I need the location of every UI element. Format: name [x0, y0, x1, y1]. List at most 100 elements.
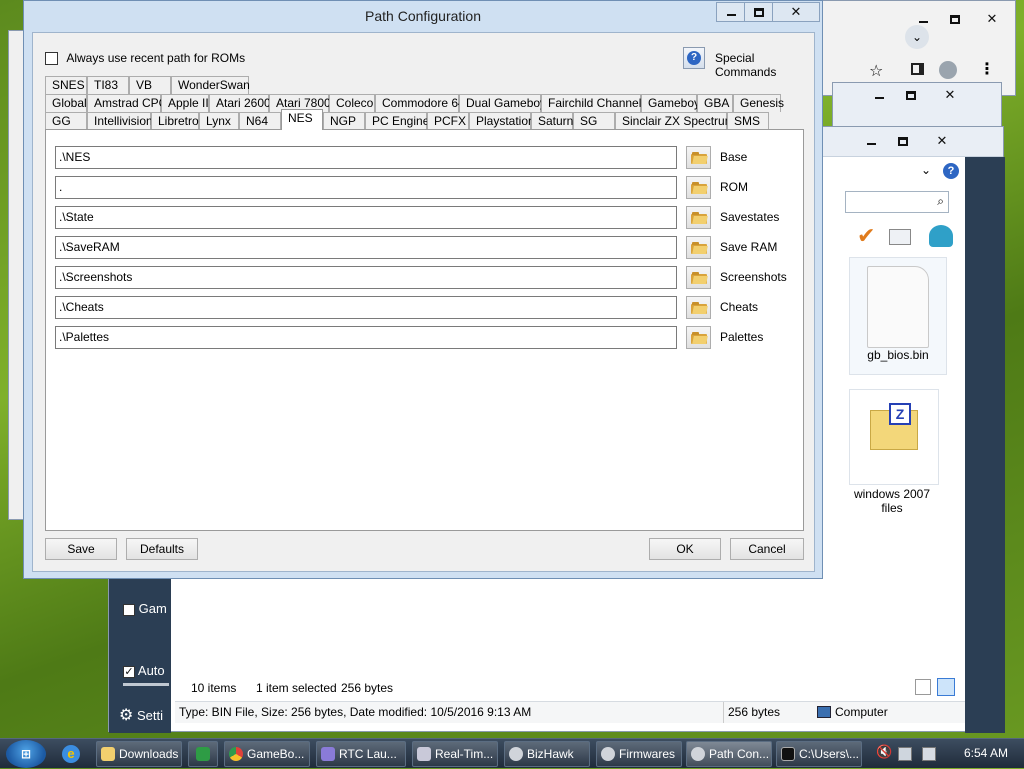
tab-pcfx[interactable]: PCFX	[427, 112, 469, 130]
tab-gba[interactable]: GBA	[697, 94, 733, 112]
menu-kebab-icon[interactable]: ⋮	[979, 59, 995, 79]
tab-playstation[interactable]: Playstation	[469, 112, 535, 130]
saveram-browse-button[interactable]	[686, 236, 711, 259]
sidebar-item-settings[interactable]: ⚙ Setti	[119, 705, 163, 725]
taskbar-item-cmd[interactable]: C:\Users\...	[776, 741, 862, 767]
tab-pc-engine[interactable]: PC Engine	[365, 112, 429, 130]
tab-wonderswan[interactable]: WonderSwan	[171, 76, 250, 94]
cheats-browse-button[interactable]	[686, 296, 711, 319]
mail-icon[interactable]	[889, 229, 911, 245]
palettes-path-input[interactable]: .\Palettes	[55, 326, 677, 349]
chevron-down-icon[interactable]: ⌄	[905, 25, 929, 49]
clock[interactable]: 6:54 AM	[955, 739, 1017, 769]
defaults-button[interactable]: Defaults	[126, 538, 198, 560]
tab-intellivision[interactable]: Intellivision	[87, 112, 153, 130]
file-tile[interactable]: Z	[849, 389, 939, 485]
mid-minimize-button[interactable]	[863, 85, 895, 105]
checkbox-checked[interactable]: ✓	[123, 665, 135, 678]
chevron-down-icon[interactable]: ⌄	[921, 163, 931, 177]
taskbar-item-path-config[interactable]: Path Con...	[686, 741, 772, 767]
taskbar-item-downloads[interactable]: Downloads	[96, 741, 182, 767]
explorer-maximize-button[interactable]	[887, 131, 919, 151]
tab-sg[interactable]: SG	[573, 112, 615, 130]
dialog-minimize-button[interactable]	[716, 2, 746, 22]
tab-nes[interactable]: NES	[281, 109, 323, 130]
shell-icon[interactable]	[929, 225, 953, 247]
tab-sms[interactable]: SMS	[727, 112, 769, 130]
tab-dual-gameboy[interactable]: Dual Gameboy	[459, 94, 546, 112]
tab-gameboy[interactable]: Gameboy	[641, 94, 700, 112]
taskbar-item-real-time[interactable]: Real-Tim...	[412, 741, 498, 767]
tab-libretro[interactable]: Libretro	[151, 112, 199, 130]
always-recent-checkbox[interactable]	[45, 52, 58, 66]
tab-saturn[interactable]: Saturn	[531, 112, 573, 130]
tab-sinclair-zx-spectrum[interactable]: Sinclair ZX Spectrum	[615, 112, 735, 130]
details-pane: Type: BIN File, Size: 256 bytes, Date mo…	[175, 701, 965, 723]
tab-n64[interactable]: N64	[239, 112, 281, 130]
star-icon[interactable]: ☆	[869, 61, 883, 81]
palettes-browse-button[interactable]	[686, 326, 711, 349]
checkmark-icon[interactable]: ✔	[857, 223, 875, 249]
spreadsheet-icon	[196, 747, 210, 761]
ok-button[interactable]: OK	[649, 538, 721, 560]
tab-vb[interactable]: VB	[129, 76, 171, 94]
search-input[interactable]: ⌕	[845, 191, 949, 213]
screenshots-path-input[interactable]: .\Screenshots	[55, 266, 677, 289]
mid-close-button[interactable]: ✕	[927, 85, 973, 105]
rom-path-input[interactable]: .	[55, 176, 677, 199]
volume-muted-icon[interactable]: 🔇	[876, 744, 892, 759]
ie-icon[interactable]: e	[62, 745, 80, 763]
sidebar-item-auto[interactable]: ✓ Auto	[123, 663, 165, 678]
tab-lynx[interactable]: Lynx	[199, 112, 239, 130]
tab-snes[interactable]: SNES	[45, 76, 87, 94]
checkbox[interactable]	[123, 603, 135, 616]
tab-fairchild-channel-f[interactable]: Fairchild Channel F	[541, 94, 652, 112]
mid-maximize-button[interactable]	[895, 85, 927, 105]
base-path-input[interactable]: .\NES	[55, 146, 677, 169]
tab-genesis[interactable]: Genesis	[733, 94, 784, 112]
explorer-minimize-button[interactable]	[855, 131, 887, 151]
taskbar-item-firmwares[interactable]: Firmwares	[596, 741, 682, 767]
taskbar-item-gameboy[interactable]: GameBo...	[224, 741, 310, 767]
tab-ti83[interactable]: TI83	[87, 76, 129, 94]
dialog-maximize-button[interactable]	[744, 2, 774, 22]
save-button[interactable]: Save	[45, 538, 117, 560]
savestates-path-input[interactable]: .\State	[55, 206, 677, 229]
always-recent-option[interactable]: Always use recent path for ROMs	[45, 51, 245, 66]
sidebar-item-gam[interactable]: Gam	[123, 601, 167, 616]
network-icon[interactable]	[898, 747, 912, 761]
flag-icon[interactable]	[922, 747, 936, 761]
tab-gg[interactable]: GG	[45, 112, 87, 130]
taskbar-item-bizhawk[interactable]: BizHawk	[504, 741, 590, 767]
avatar[interactable]	[939, 61, 957, 79]
browser-close-button[interactable]: ✕	[969, 9, 1015, 29]
saveram-path-input[interactable]: .\SaveRAM	[55, 236, 677, 259]
taskbar-item-rtc-launcher[interactable]: RTC Lau...	[316, 741, 406, 767]
savestates-browse-button[interactable]	[686, 206, 711, 229]
taskbar-item-sheet[interactable]	[188, 741, 218, 767]
help-icon[interactable]: ?	[943, 163, 959, 179]
tab-coleco[interactable]: Coleco	[329, 94, 375, 112]
tab-apple-ii[interactable]: Apple II	[161, 94, 209, 112]
special-commands-button[interactable]: ?	[683, 47, 705, 69]
tab-atari-2600[interactable]: Atari 2600	[209, 94, 271, 112]
rom-browse-button[interactable]	[686, 176, 711, 199]
start-button[interactable]: ⊞	[6, 740, 46, 768]
explorer-close-button[interactable]: ✕	[919, 131, 965, 151]
details-view-icon[interactable]	[915, 679, 931, 695]
tab-amstrad-cpc[interactable]: Amstrad CPC	[87, 94, 167, 112]
panel-scrollbar[interactable]	[818, 130, 828, 530]
file-tile[interactable]: gb_bios.bin	[849, 257, 947, 375]
tab-global[interactable]: Global	[45, 94, 87, 112]
tiles-view-icon[interactable]	[937, 678, 955, 696]
base-path-label: Base	[720, 150, 748, 164]
cheats-path-input[interactable]: .\Cheats	[55, 296, 677, 319]
base-browse-button[interactable]	[686, 146, 711, 169]
cancel-button[interactable]: Cancel	[730, 538, 804, 560]
dialog-close-button[interactable]: ✕	[772, 2, 820, 22]
browser-maximize-button[interactable]	[939, 9, 971, 29]
screenshots-browse-button[interactable]	[686, 266, 711, 289]
tab-ngp[interactable]: NGP	[323, 112, 365, 130]
tab-commodore-64[interactable]: Commodore 64	[375, 94, 465, 112]
sidebar-icon[interactable]	[911, 63, 924, 75]
